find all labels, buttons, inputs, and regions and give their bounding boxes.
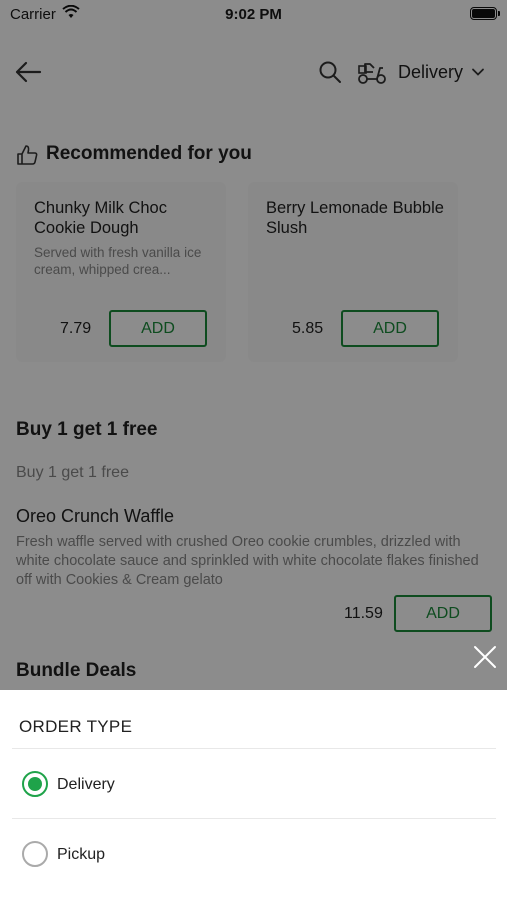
option-label: Pickup [57,846,106,863]
radio-unselected[interactable] [22,841,48,867]
radio-selected[interactable] [22,771,48,797]
divider [12,818,496,819]
sheet-title: ORDER TYPE [19,717,133,736]
close-icon[interactable] [470,642,500,672]
order-type-sheet: ORDER TYPE Delivery Pickup [0,690,507,900]
modal-backdrop[interactable] [0,0,507,690]
option-label: Delivery [57,776,115,793]
divider [12,748,496,749]
